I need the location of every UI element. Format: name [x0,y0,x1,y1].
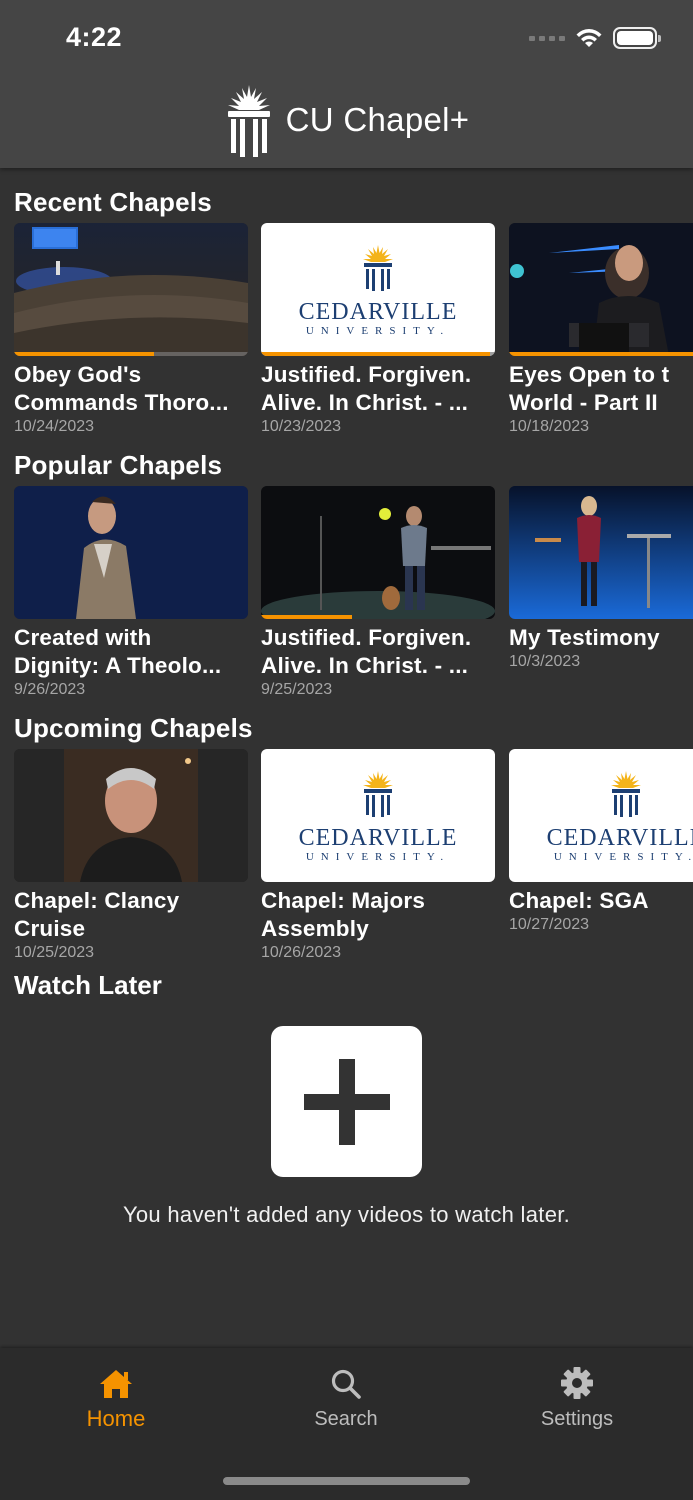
top-bar: 4:22 CU Chapel+ [0,0,693,168]
video-thumbnail[interactable] [509,486,693,619]
video-date: 10/26/2023 [261,944,342,961]
video-title: Chapel: SGA [509,888,649,913]
recent-chapels-row[interactable]: Obey God's Commands Thoro... 10/24/2023 [14,223,693,463]
tab-label: Settings [540,1408,614,1430]
video-card[interactable]: Created with Dignity: A Theolo... 9/26/2… [14,486,248,700]
video-thumbnail[interactable] [509,223,693,356]
video-card[interactable]: My Testimony 10/3/2023 [509,486,693,672]
video-date: 10/3/2023 [509,653,581,670]
video-thumbnail[interactable] [261,486,495,619]
app-brand: CU Chapel+ [0,80,693,160]
tab-home[interactable]: Home [36,1364,196,1432]
watch-progress [261,352,491,356]
app-title: CU Chapel+ [285,101,470,138]
video-title: Chapel: Majors Assembly [261,888,426,941]
section-title: Popular Chapels [14,450,223,480]
add-watch-later-button[interactable] [271,1026,422,1177]
video-card[interactable]: Chapel: Clancy Cruise 10/25/2023 [14,749,248,963]
video-date: 10/24/2023 [14,418,95,435]
chapel-logo-icon [224,83,274,157]
status-icons [529,24,661,52]
video-card[interactable]: Obey God's Commands Thoro... 10/24/2023 [14,223,248,437]
video-title: Chapel: Clancy Cruise [14,888,180,941]
video-date: 10/18/2023 [509,418,590,435]
cedarville-emblem-icon [363,245,393,291]
video-thumbnail[interactable]: CEDARVILLE UNIVERSITY. [261,749,495,882]
video-title: Created with Dignity: A Theolo... [14,625,222,678]
video-title: Eyes Open to t World - Part II [509,362,670,415]
video-thumbnail[interactable] [14,486,248,619]
cedarville-subtitle: UNIVERSITY. [305,851,451,863]
tab-label: Home [86,1406,146,1431]
section-title: Recent Chapels [14,187,212,217]
battery-icon [613,27,661,49]
video-card[interactable]: CEDARVILLE UNIVERSITY. Justified. Forgiv… [261,223,495,437]
video-title: Justified. Forgiven. Alive. In Christ. -… [261,625,472,678]
video-title: Justified. Forgiven. Alive. In Christ. -… [261,362,472,415]
video-card[interactable]: Eyes Open to t World - Part II 10/18/202… [509,223,693,437]
cedarville-subtitle: UNIVERSITY. [553,851,693,863]
video-card[interactable]: CEDARVILLE UNIVERSITY. Chapel: SGA 10/27… [509,749,693,935]
watch-later-title: Watch Later [14,970,162,1000]
watch-progress [509,352,693,356]
video-card[interactable]: Justified. Forgiven. Alive. In Christ. -… [261,486,495,700]
video-date: 10/23/2023 [261,418,342,435]
signal-icon [529,35,565,41]
home-icon [36,1364,196,1400]
popular-chapels-row[interactable]: Created with Dignity: A Theolo... 9/26/2… [14,486,693,726]
cedarville-wordmark: CEDARVILLE [546,825,693,851]
video-date: 10/25/2023 [14,944,95,961]
cedarville-emblem-icon [611,771,641,817]
video-card[interactable]: CEDARVILLE UNIVERSITY. Chapel: Majors As… [261,749,495,963]
video-thumbnail[interactable] [14,223,248,356]
video-date: 10/27/2023 [509,916,590,933]
cedarville-wordmark: CEDARVILLE [298,825,458,851]
status-time: 4:22 [66,22,123,52]
video-thumbnail[interactable]: CEDARVILLE UNIVERSITY. [261,223,495,356]
cedarville-emblem-icon [363,771,393,817]
video-date: 9/26/2023 [14,681,86,698]
upcoming-chapels-row[interactable]: Chapel: Clancy Cruise 10/25/2023 CEDARVI… [14,749,693,989]
watch-progress [14,352,155,356]
cedarville-logo: CEDARVILLE UNIVERSITY. [261,749,495,882]
cedarville-subtitle: UNIVERSITY. [305,325,451,337]
search-icon [266,1364,426,1400]
video-thumbnail[interactable] [14,749,248,882]
home-indicator [223,1477,470,1485]
video-title: My Testimony [509,625,660,650]
video-date: 9/25/2023 [261,681,333,698]
wifi-icon [575,27,603,49]
video-thumbnail[interactable]: CEDARVILLE UNIVERSITY. [509,749,693,882]
cedarville-logo: CEDARVILLE UNIVERSITY. [261,223,495,356]
gear-icon [497,1364,657,1400]
tab-settings[interactable]: Settings [497,1364,657,1431]
watch-later-empty-message: You haven't added any videos to watch la… [122,1202,571,1227]
tab-label: Search [314,1408,378,1430]
cedarville-logo: CEDARVILLE UNIVERSITY. [509,749,693,882]
app-screen: 4:22 CU Chapel+ Recent Chapels Obey God'… [0,0,693,1500]
video-title: Obey God's Commands Thoro... [14,362,229,415]
cedarville-wordmark: CEDARVILLE [298,299,458,325]
section-title: Upcoming Chapels [14,713,253,743]
plus-icon [303,1058,390,1145]
watch-progress [261,615,353,619]
tab-search[interactable]: Search [266,1364,426,1431]
